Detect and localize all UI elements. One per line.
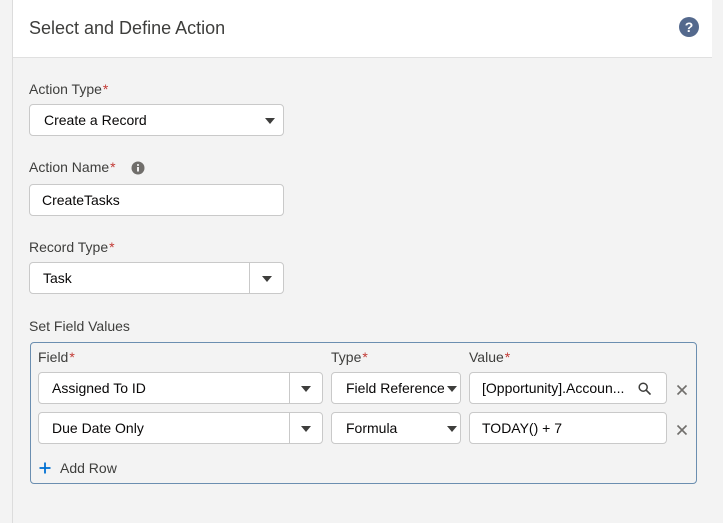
value-input-row-1[interactable]: [Opportunity].Accoun... <box>469 372 667 404</box>
action-name-input[interactable]: CreateTasks <box>29 184 284 216</box>
field-column-header: Field* <box>38 349 75 365</box>
record-type-label: Record Type* <box>29 239 115 255</box>
chevron-down-icon[interactable] <box>262 276 272 282</box>
chevron-down-icon[interactable] <box>301 426 311 432</box>
value-input-row-2[interactable]: TODAY() + 7 <box>469 412 667 444</box>
record-type-lookup[interactable]: Task <box>29 262 284 294</box>
field-lookup-row-1[interactable]: Assigned To ID <box>38 372 323 404</box>
chevron-down-icon <box>265 118 275 124</box>
chevron-down-icon[interactable] <box>301 386 311 392</box>
action-type-label: Action Type* <box>29 81 109 97</box>
set-field-values-label: Set Field Values <box>29 318 130 334</box>
value-column-header: Value* <box>469 349 511 365</box>
page-title: Select and Define Action <box>29 18 226 38</box>
left-panel-edge <box>0 0 13 523</box>
add-row-button[interactable]: Add Row <box>60 460 117 476</box>
divider <box>289 413 290 443</box>
divider <box>289 373 290 403</box>
divider <box>249 263 250 293</box>
close-icon[interactable] <box>676 424 688 436</box>
add-icon[interactable] <box>39 462 51 474</box>
type-select-row-1[interactable]: Field Reference <box>331 372 461 404</box>
action-type-select[interactable]: Create a Record <box>29 104 284 136</box>
section-header: Select and Define Action ? <box>13 0 712 58</box>
close-icon[interactable] <box>676 384 688 396</box>
action-name-label: Action Name* <box>29 159 116 175</box>
chevron-down-icon <box>447 426 457 432</box>
info-icon[interactable] <box>131 161 145 175</box>
question-circle-icon[interactable]: ? <box>678 16 700 38</box>
search-icon[interactable] <box>638 382 651 395</box>
type-select-row-2[interactable]: Formula <box>331 412 461 444</box>
field-lookup-row-2[interactable]: Due Date Only <box>38 412 323 444</box>
chevron-down-icon <box>447 386 457 392</box>
type-column-header: Type* <box>331 349 368 365</box>
svg-text:?: ? <box>685 19 694 35</box>
